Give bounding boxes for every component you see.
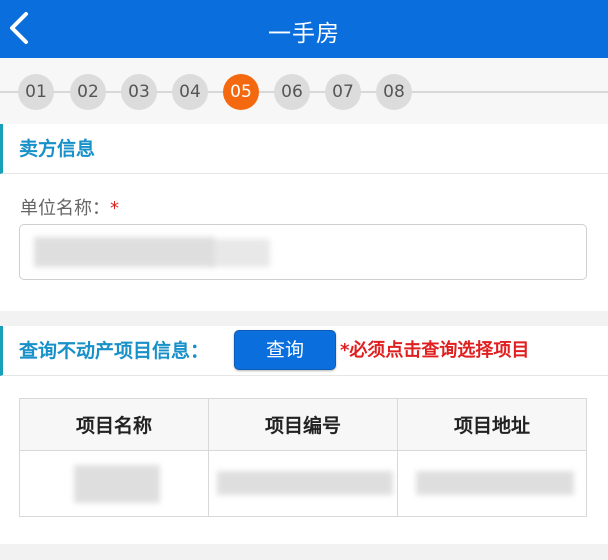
step-07[interactable]: 07 [325, 74, 361, 110]
table-header-row: 项目名称 项目编号 项目地址 [19, 398, 587, 451]
seller-section-title: 卖方信息 [19, 138, 96, 160]
app-header: 一手房 [0, 0, 608, 58]
unit-name-label-text: 单位名称： [20, 198, 110, 219]
col-project-number: 项目编号 [208, 398, 398, 451]
step-01[interactable]: 01 [18, 74, 54, 110]
required-mark: * [110, 198, 119, 219]
step-04[interactable]: 04 [172, 74, 208, 110]
cell-project-number[interactable] [208, 450, 398, 517]
seller-section-header: 卖方信息 [0, 124, 608, 174]
step-08[interactable]: 08 [376, 74, 412, 110]
redacted-text [416, 471, 574, 495]
redacted-text [74, 465, 160, 503]
query-section-title: 查询不动产项目信息： [19, 340, 210, 362]
step-indicator: 01 02 03 04 05 06 07 08 [0, 58, 608, 124]
cell-project-name[interactable] [19, 450, 209, 517]
step-03[interactable]: 03 [121, 74, 157, 110]
property-query-card: 查询不动产项目信息： 查询 *必须点击查询选择项目 项目名称 项目编号 项目地址 [0, 326, 608, 544]
table-row[interactable] [19, 450, 587, 517]
unit-name-input[interactable] [19, 224, 587, 280]
step-06[interactable]: 06 [274, 74, 310, 110]
query-section-header: 查询不动产项目信息： 查询 *必须点击查询选择项目 [0, 326, 608, 376]
cell-project-address[interactable] [397, 450, 587, 517]
query-button[interactable]: 查询 [234, 330, 336, 370]
col-project-name: 项目名称 [19, 398, 209, 451]
redacted-text [217, 471, 393, 495]
redacted-text [34, 237, 214, 267]
redacted-text [210, 239, 270, 267]
unit-name-label: 单位名称：* [20, 194, 119, 220]
step-05-active[interactable]: 05 [223, 74, 259, 110]
query-required-note: *必须点击查询选择项目 [340, 340, 530, 361]
col-project-address: 项目地址 [397, 398, 587, 451]
project-table: 项目名称 项目编号 项目地址 [19, 398, 587, 517]
step-02[interactable]: 02 [70, 74, 106, 110]
seller-info-card: 卖方信息 单位名称：* [0, 124, 608, 311]
page-title: 一手房 [268, 21, 340, 47]
